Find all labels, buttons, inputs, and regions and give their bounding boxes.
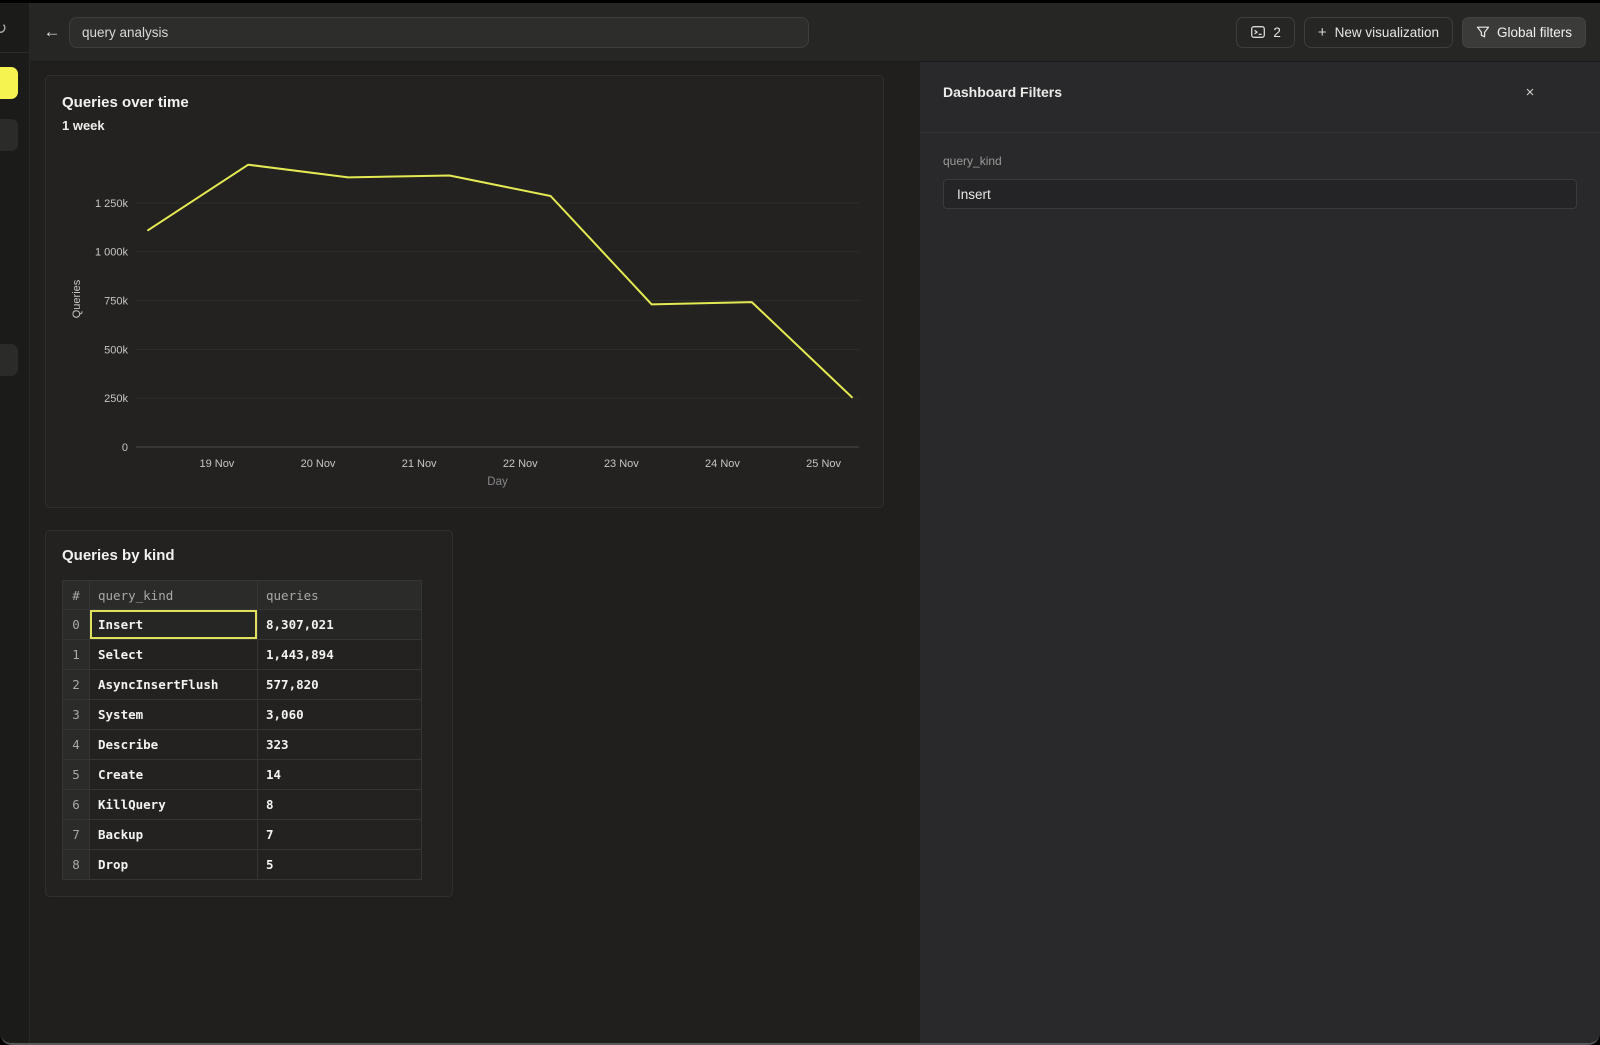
app-window: ↻ ← 2 + New visu — [0, 3, 1600, 1045]
filters-panel-title: Dashboard Filters — [943, 84, 1062, 100]
row-index-cell[interactable]: 5 — [63, 760, 90, 790]
table-cell[interactable]: Select — [90, 640, 258, 670]
terminal-icon — [1250, 24, 1266, 40]
plus-icon: + — [1318, 24, 1327, 41]
svg-text:250k: 250k — [104, 393, 128, 405]
global-filters-label: Global filters — [1497, 25, 1572, 40]
table-cell[interactable]: KillQuery — [90, 790, 258, 820]
svg-text:Day: Day — [487, 476, 508, 488]
table-cell[interactable]: 577,820 — [258, 670, 422, 700]
svg-text:1 250k: 1 250k — [95, 198, 129, 210]
history-icon[interactable]: ↻ — [0, 20, 7, 37]
svg-text:Queries: Queries — [71, 279, 83, 318]
dashboard-canvas: Queries over time 1 week 0 250k 500k 750k 1 … — [30, 62, 920, 1043]
global-filters-button[interactable]: Global filters — [1462, 17, 1586, 48]
row-index-cell[interactable]: 2 — [63, 670, 90, 700]
table-row: 6KillQuery8 — [63, 790, 422, 820]
sidebar-item-chart-active[interactable] — [0, 67, 18, 99]
svg-text:500k: 500k — [104, 344, 128, 356]
table-row: 8Drop5 — [63, 850, 422, 880]
sidebar-top-section: ↻ — [0, 3, 29, 53]
row-index-cell[interactable]: 4 — [63, 730, 90, 760]
row-index-cell[interactable]: 6 — [63, 790, 90, 820]
table-cell[interactable]: Backup — [90, 820, 258, 850]
svg-text:22 Nov: 22 Nov — [503, 458, 538, 470]
row-index-cell[interactable]: 0 — [63, 610, 90, 640]
svg-text:21 Nov: 21 Nov — [402, 458, 437, 470]
table-cell[interactable]: Create — [90, 760, 258, 790]
table-cell[interactable]: 323 — [258, 730, 422, 760]
table-row: 2AsyncInsertFlush577,820 — [63, 670, 422, 700]
table-row: 1Select1,443,894 — [63, 640, 422, 670]
close-icon[interactable]: × — [1518, 80, 1542, 104]
column-header-queries[interactable]: queries — [258, 581, 422, 610]
svg-text:24 Nov: 24 Nov — [705, 458, 740, 470]
table-title: Queries by kind — [62, 547, 436, 564]
query-kind-filter-input[interactable] — [943, 179, 1577, 209]
svg-text:750k: 750k — [104, 296, 128, 308]
row-index-cell[interactable]: 7 — [63, 820, 90, 850]
svg-text:23 Nov: 23 Nov — [604, 458, 639, 470]
dashboard-title-input[interactable] — [69, 17, 809, 48]
table-row: 4Describe323 — [63, 730, 422, 760]
row-index-cell[interactable]: 8 — [63, 850, 90, 880]
svg-text:0: 0 — [122, 442, 128, 454]
sidebar-item-chart-3[interactable] — [0, 344, 18, 376]
line-chart: 0 250k 500k 750k 1 000k 1 250k 19 Nov 20 Nov 21 … — [46, 151, 885, 509]
chart-card-queries-over-time[interactable]: Queries over time 1 week 0 250k 500k 750k 1 … — [45, 75, 884, 508]
table-cell[interactable]: 1,443,894 — [258, 640, 422, 670]
back-button[interactable]: ← — [38, 18, 66, 46]
table-cell[interactable]: Describe — [90, 730, 258, 760]
table-row: 7Backup7 — [63, 820, 422, 850]
filters-panel-header: Dashboard Filters × — [920, 62, 1600, 133]
svg-text:25 Nov: 25 Nov — [806, 458, 841, 470]
table-cell[interactable]: 8,307,021 — [258, 610, 422, 640]
row-index-cell[interactable]: 1 — [63, 640, 90, 670]
new-visualization-button[interactable]: + New visualization — [1304, 17, 1453, 48]
table-cell[interactable]: 14 — [258, 760, 422, 790]
console-count-button[interactable]: 2 — [1236, 17, 1295, 48]
table-cell[interactable]: 5 — [258, 850, 422, 880]
table-header: #query_kindqueries — [63, 581, 422, 610]
table-cell[interactable]: AsyncInsertFlush — [90, 670, 258, 700]
column-header-index[interactable]: # — [63, 581, 90, 610]
topbar: ← 2 + New visualization — [30, 3, 1600, 62]
sidebar-item-chart-2[interactable] — [0, 119, 18, 151]
svg-text:1 000k: 1 000k — [95, 247, 129, 259]
table-cell[interactable]: System — [90, 700, 258, 730]
row-index-cell[interactable]: 3 — [63, 700, 90, 730]
column-header-query_kind[interactable]: query_kind — [90, 581, 258, 610]
queries-by-kind-table: #query_kindqueries 0Insert8,307,0211Sele… — [62, 580, 422, 880]
table-card-queries-by-kind[interactable]: Queries by kind #query_kindqueries 0Inse… — [45, 530, 453, 897]
chart-title: Queries over time — [62, 94, 867, 111]
chart-subtitle: 1 week — [62, 118, 867, 133]
table-row: 5Create14 — [63, 760, 422, 790]
dashboard-filters-panel: Dashboard Filters × query_kind — [920, 62, 1600, 1043]
filter-field-label: query_kind — [943, 154, 1002, 168]
table-cell[interactable]: Insert — [90, 610, 258, 640]
left-sidebar: ↻ — [0, 3, 30, 1043]
svg-text:19 Nov: 19 Nov — [199, 458, 234, 470]
table-row: 3System3,060 — [63, 700, 422, 730]
table-cell[interactable]: 8 — [258, 790, 422, 820]
table-row: 0Insert8,307,021 — [63, 610, 422, 640]
console-count: 2 — [1273, 25, 1281, 40]
table-cell[interactable]: 7 — [258, 820, 422, 850]
table-cell[interactable]: Drop — [90, 850, 258, 880]
svg-text:20 Nov: 20 Nov — [301, 458, 336, 470]
table-cell[interactable]: 3,060 — [258, 700, 422, 730]
funnel-icon — [1476, 25, 1490, 39]
new-visualization-label: New visualization — [1335, 25, 1439, 40]
